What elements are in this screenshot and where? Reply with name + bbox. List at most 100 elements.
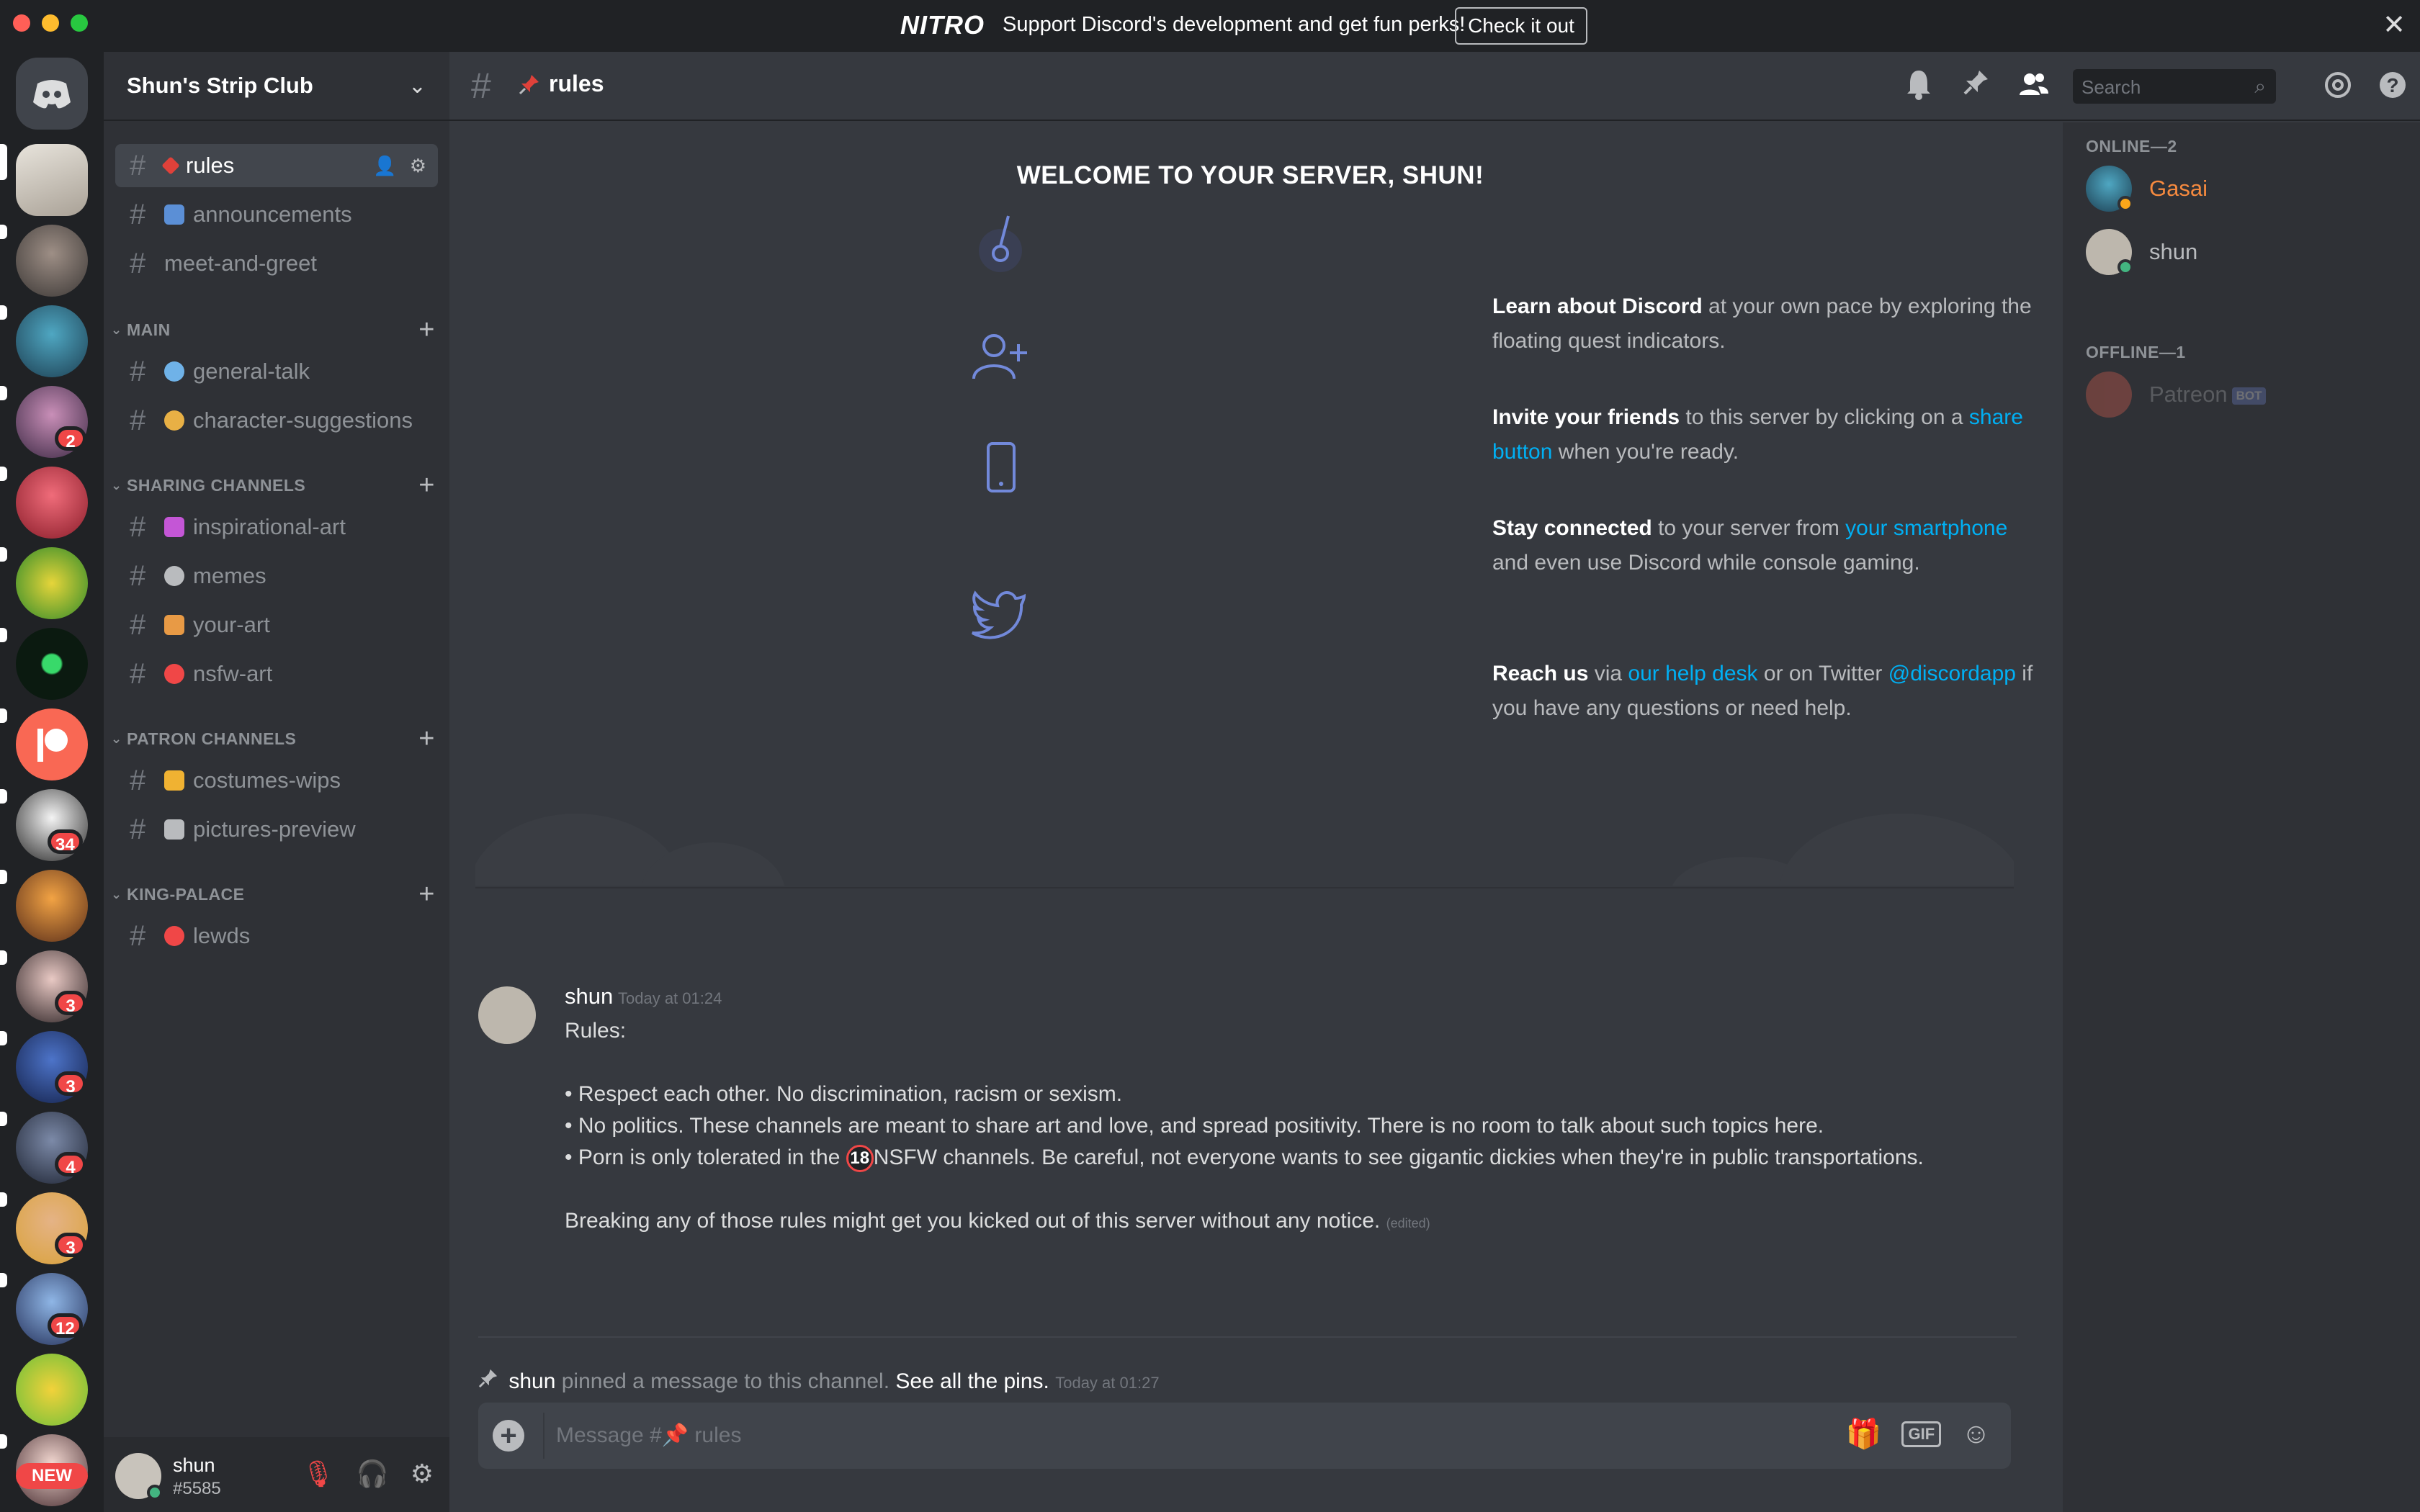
server-icon[interactable] <box>16 305 88 377</box>
bot-tag: BOT <box>2231 387 2267 405</box>
tip-bold: Stay connected <box>1492 516 1652 540</box>
hashtag-icon: # <box>130 813 146 845</box>
member-patreon[interactable]: Patreon BOT <box>2086 367 2403 419</box>
server-icon[interactable] <box>16 225 88 297</box>
message-text: • Porn is only tolerated in the <box>565 1146 846 1169</box>
channel-pictures-preview[interactable]: # pictures-preview <box>115 808 438 851</box>
gear-icon[interactable]: ⚙ <box>411 1459 434 1489</box>
channel-announcements[interactable]: # announcements <box>115 193 438 236</box>
unread-pill <box>0 547 7 562</box>
unread-pill <box>0 870 7 884</box>
create-invite-icon[interactable]: 👤 <box>373 155 396 177</box>
server-name: Shun's Strip Club <box>127 73 313 98</box>
active-server-pill <box>0 144 7 180</box>
channel-general-talk[interactable]: # general-talk <box>115 350 438 393</box>
mention-badge: 4 <box>55 1152 86 1177</box>
server-icon-shuns-strip-club[interactable] <box>16 144 88 216</box>
emoji-icon[interactable]: ☺ <box>1961 1418 1991 1450</box>
nitro-banner: NITRO Support Discord's development and … <box>0 0 2420 52</box>
message-scroller[interactable]: WELCOME TO YOUR SERVER, SHUN! Learn abou… <box>449 122 2063 1512</box>
mention-badge: 3 <box>55 1233 86 1258</box>
mention-badge: 12 <box>48 1313 83 1338</box>
hashtag-icon: # <box>130 198 146 230</box>
channel-memes[interactable]: # memes <box>115 554 438 598</box>
bell-icon[interactable] <box>1904 68 1933 102</box>
discord-logo-icon <box>33 80 71 109</box>
gift-icon[interactable]: 🎁 <box>1846 1417 1882 1451</box>
pin-author[interactable]: shun <box>508 1369 555 1393</box>
add-channel-icon[interactable]: + <box>418 315 435 346</box>
message-composer: + 🎁 GIF ☺ <box>478 1403 2011 1469</box>
check-it-out-button[interactable]: Check it out <box>1455 7 1587 45</box>
hashtag-icon: # <box>130 559 146 592</box>
category-main[interactable]: ⌄ MAIN + <box>111 315 435 346</box>
channel-lewds[interactable]: # lewds <box>115 914 438 958</box>
add-channel-icon[interactable]: + <box>418 470 435 501</box>
server-icon[interactable] <box>16 547 88 619</box>
tip-bold: Learn about Discord <box>1492 294 1703 318</box>
tip-text: to your server from <box>1652 516 1846 540</box>
category-patron-channels[interactable]: ⌄ PATRON CHANNELS + <box>111 724 435 755</box>
quest-indicator-icon <box>979 215 1022 272</box>
channel-header: # rules Search ⌕ ? <box>449 52 2420 121</box>
upload-plus-button[interactable]: + <box>493 1420 524 1452</box>
avatar[interactable] <box>478 986 536 1044</box>
message-author[interactable]: shun <box>565 984 613 1009</box>
shirt-icon <box>164 770 184 791</box>
globe-icon <box>164 361 184 382</box>
category-king-palace[interactable]: ⌄ KING-PALACE + <box>111 879 435 910</box>
pin-text: pinned a message to this channel. <box>555 1369 896 1393</box>
unread-pill <box>0 1434 7 1449</box>
server-icon-patreon[interactable] <box>16 708 88 780</box>
channel-nsfw-art[interactable]: # nsfw-art <box>115 652 438 696</box>
mention-icon[interactable] <box>2322 68 2354 102</box>
channel-your-art[interactable]: # your-art <box>115 603 438 647</box>
server-icon[interactable] <box>16 870 88 942</box>
channel-name: inspirational-art <box>193 514 346 539</box>
channel-rules[interactable]: # rules 👤 ⚙ <box>115 144 438 187</box>
close-icon[interactable]: ✕ <box>2383 9 2406 41</box>
message-gap <box>565 1174 2048 1205</box>
channel-costumes-wips[interactable]: # costumes-wips <box>115 759 438 802</box>
add-channel-icon[interactable]: + <box>418 879 435 910</box>
server-header[interactable]: Shun's Strip Club ⌄ <box>104 52 449 121</box>
discord-home-button[interactable] <box>16 58 88 130</box>
alien-icon <box>164 566 184 586</box>
search-icon: ⌕ <box>2254 75 2266 97</box>
help-icon[interactable]: ? <box>2377 68 2408 102</box>
idle-status-icon <box>2118 196 2133 212</box>
pin-icon[interactable] <box>1962 68 1991 102</box>
gear-icon[interactable]: ⚙ <box>410 155 426 177</box>
see-all-pins-link[interactable]: See all the pins. <box>895 1369 1049 1393</box>
twitter-handle-link[interactable]: @discordapp <box>1888 662 2016 685</box>
server-icon[interactable] <box>16 628 88 700</box>
microphone-muted-icon[interactable]: 🎙 <box>302 1459 335 1489</box>
tip-invite: Invite your friends to this server by cl… <box>1492 400 2040 469</box>
member-gasai[interactable]: Gasai <box>2086 161 2403 213</box>
window-close-button[interactable] <box>13 14 30 32</box>
add-channel-icon[interactable]: + <box>418 724 435 755</box>
hashtag-icon: # <box>130 510 146 543</box>
channel-character-suggestions[interactable]: # character-suggestions <box>115 399 438 442</box>
category-sharing-channels[interactable]: ⌄ SHARING CHANNELS + <box>111 470 435 501</box>
window-zoom-button[interactable] <box>71 14 88 32</box>
mention-badge: 2 <box>55 426 86 451</box>
message-input[interactable] <box>556 1418 1852 1453</box>
channel-meet-and-greet[interactable]: # meet-and-greet <box>115 242 438 285</box>
message-text: Breaking any of those rules might get yo… <box>565 1209 1381 1233</box>
server-icon[interactable] <box>16 1354 88 1426</box>
help-desk-link[interactable]: our help desk <box>1628 662 1757 685</box>
search-input[interactable]: Search ⌕ <box>2073 69 2276 104</box>
server-icon[interactable] <box>16 467 88 539</box>
pin-timestamp: Today at 01:27 <box>1055 1374 1160 1392</box>
smartphone-link[interactable]: your smartphone <box>1845 516 2007 540</box>
window-minimize-button[interactable] <box>42 14 59 32</box>
gif-button[interactable]: GIF <box>1901 1421 1942 1447</box>
tip-bold: Invite your friends <box>1492 405 1680 429</box>
channel-inspirational-art[interactable]: # inspirational-art <box>115 505 438 549</box>
headphones-icon[interactable]: 🎧 <box>357 1459 389 1489</box>
member-list: ONLINE—2 Gasai shun OFFLINE—1 Patreon BOT <box>2063 122 2420 1512</box>
members-icon[interactable] <box>2017 68 2051 102</box>
online-status-icon <box>2118 259 2133 275</box>
member-shun[interactable]: shun <box>2086 225 2403 276</box>
